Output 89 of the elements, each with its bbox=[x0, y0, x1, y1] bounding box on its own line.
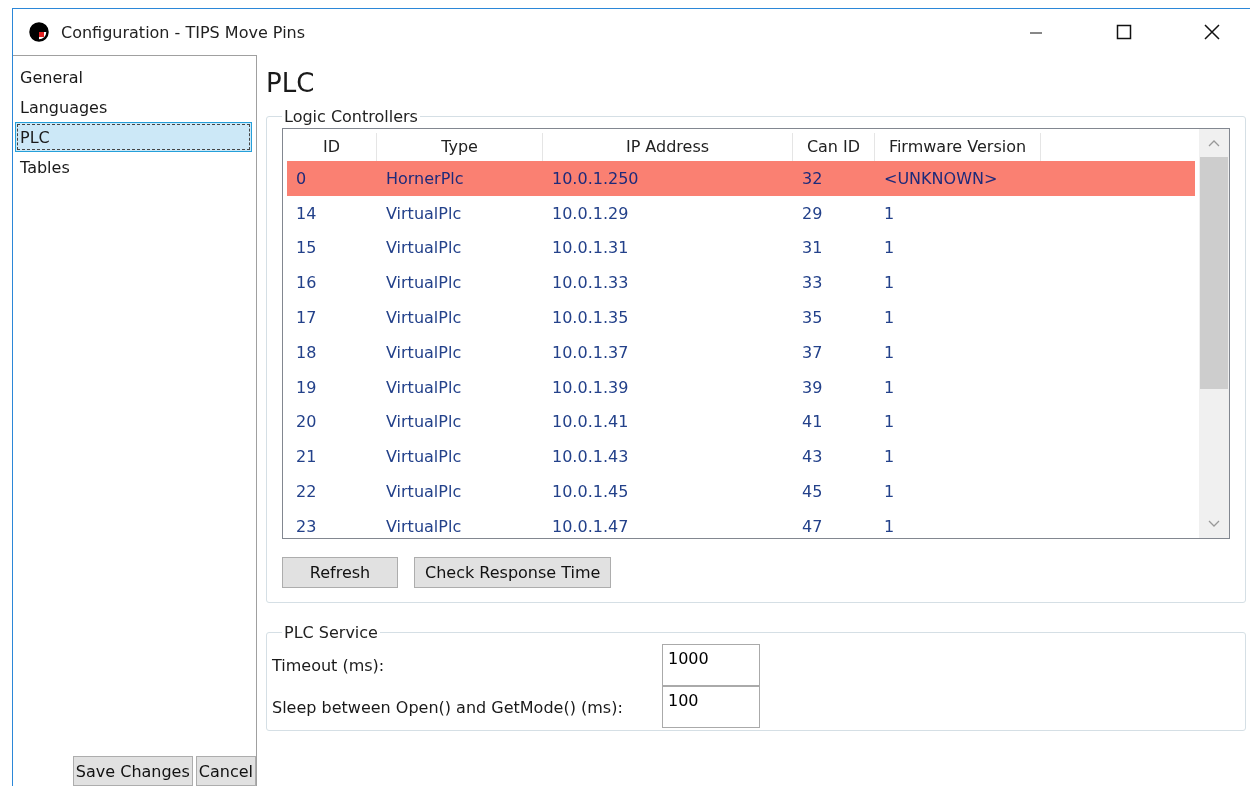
table-cell-text: 20 bbox=[295, 412, 318, 432]
maximize-icon[interactable] bbox=[1116, 24, 1132, 40]
table-cell-text: 10.0.1.33 bbox=[551, 273, 630, 293]
table-cell-text: 1 bbox=[883, 273, 896, 293]
table-cell-text: <UNKNOWN> bbox=[883, 168, 999, 188]
table-cell-text: 17 bbox=[295, 308, 318, 328]
table-cell-text: 1 bbox=[883, 516, 896, 536]
scrollbar[interactable] bbox=[1199, 129, 1229, 538]
table-cell-text: 43 bbox=[801, 447, 824, 467]
table-cell-text: 35 bbox=[801, 308, 824, 328]
table-cell-text: VirtualPlc bbox=[385, 203, 463, 223]
table-cell-text: 18 bbox=[295, 342, 318, 362]
table-cell-text: VirtualPlc bbox=[385, 482, 463, 502]
table-row[interactable]: 21 VirtualPlc 10.0.1.43 43 1 bbox=[287, 439, 1195, 475]
table-cell-text: 31 bbox=[801, 238, 824, 258]
table-cell-text: 21 bbox=[295, 447, 318, 467]
table-cell-text: 10.0.1.47 bbox=[551, 516, 630, 536]
save-button[interactable]: Save Changes bbox=[72, 756, 193, 786]
table-cell-text: 1 bbox=[883, 412, 896, 432]
table-cell-text: HornerPlc bbox=[385, 168, 465, 188]
table-cell-text: 1 bbox=[883, 308, 896, 328]
table-cell-text: 33 bbox=[801, 273, 824, 293]
cancel-button[interactable]: Cancel bbox=[195, 756, 256, 786]
table-cell-text: 1 bbox=[883, 238, 896, 258]
field-label: Sleep between Open() and GetMode() (ms): bbox=[272, 697, 624, 717]
table-cell-text: 41 bbox=[801, 412, 824, 432]
table-cell-text: 10.0.1.250 bbox=[551, 168, 640, 188]
table-row[interactable]: 0 HornerPlc 10.0.1.250 32 <UNKNOWN> bbox=[287, 161, 1195, 196]
table-cell-text: 10.0.1.29 bbox=[551, 203, 630, 223]
table-row[interactable]: 18 VirtualPlc 10.0.1.37 37 1 bbox=[287, 335, 1195, 370]
sidebar-item[interactable]: General bbox=[15, 62, 252, 92]
table-cell-text: 16 bbox=[295, 273, 318, 293]
check-response-time-button[interactable]: Check Response Time bbox=[414, 557, 612, 588]
table-cell-text: VirtualPlc bbox=[385, 447, 463, 467]
table-row[interactable]: 14 VirtualPlc 10.0.1.29 29 1 bbox=[287, 195, 1195, 231]
refresh-button[interactable]: Refresh bbox=[282, 557, 398, 588]
table-cell-text: 1 bbox=[883, 482, 896, 502]
table-cell-text: 10.0.1.31 bbox=[551, 238, 630, 258]
close-icon[interactable] bbox=[1204, 24, 1220, 40]
group-title: Logic Controllers bbox=[283, 107, 419, 126]
table-cell-text: 19 bbox=[295, 377, 318, 397]
table-cell-text: 10.0.1.35 bbox=[551, 308, 630, 328]
window-title: Configuration - TIPS Move Pins bbox=[61, 22, 307, 42]
table-cell-text: 1 bbox=[883, 377, 896, 397]
table-cell-text: VirtualPlc bbox=[385, 377, 463, 397]
table-row[interactable]: 19 VirtualPlc 10.0.1.39 39 1 bbox=[287, 369, 1195, 405]
group-title: PLC Service bbox=[283, 623, 379, 642]
table-row[interactable]: 23 VirtualPlc 10.0.1.47 47 1 bbox=[287, 508, 1195, 538]
table-cell-text: 1 bbox=[883, 447, 896, 467]
table-cell-text: 47 bbox=[801, 516, 824, 536]
table-row[interactable]: 20 VirtualPlc 10.0.1.41 41 1 bbox=[287, 404, 1195, 440]
table-row[interactable]: 16 VirtualPlc 10.0.1.33 33 1 bbox=[287, 265, 1195, 301]
table-cell-text: 22 bbox=[295, 482, 318, 502]
table-cell-text: 45 bbox=[801, 482, 824, 502]
table-cell-text: 10.0.1.43 bbox=[551, 447, 630, 467]
table-cell-text: 39 bbox=[801, 377, 824, 397]
input-field[interactable]: 100 bbox=[662, 686, 760, 728]
table-cell-text: 37 bbox=[801, 342, 824, 362]
table-cell-text: 0 bbox=[295, 168, 308, 188]
table-cell-text: 1 bbox=[883, 203, 896, 223]
table-cell-text: 15 bbox=[295, 238, 318, 258]
table-cell-text: VirtualPlc bbox=[385, 516, 463, 536]
table-cell-text: VirtualPlc bbox=[385, 412, 463, 432]
sidebar-item[interactable]: PLC bbox=[15, 122, 252, 152]
table-cell-text: 14 bbox=[295, 203, 318, 223]
table-cell-text: 29 bbox=[801, 203, 824, 223]
table-cell-text: 10.0.1.41 bbox=[551, 412, 630, 432]
table-cell-text: VirtualPlc bbox=[385, 273, 463, 293]
table-cell-text: VirtualPlc bbox=[385, 238, 463, 258]
table-cell-text: 10.0.1.39 bbox=[551, 377, 630, 397]
scrollbar-thumb[interactable] bbox=[1200, 157, 1228, 389]
scroll-down-icon[interactable] bbox=[1208, 520, 1220, 528]
input-field[interactable]: 1000 bbox=[662, 644, 760, 686]
table-cell-text: 23 bbox=[295, 516, 318, 536]
table-cell-text: VirtualPlc bbox=[385, 308, 463, 328]
table-row[interactable]: 15 VirtualPlc 10.0.1.31 31 1 bbox=[287, 230, 1195, 266]
app-icon bbox=[29, 22, 49, 42]
sidebar-item[interactable]: Tables bbox=[15, 152, 252, 182]
sidebar-item[interactable]: Languages bbox=[15, 92, 252, 122]
scroll-up-icon[interactable] bbox=[1208, 139, 1220, 147]
table-cell-text: VirtualPlc bbox=[385, 342, 463, 362]
table-cell-text: 10.0.1.37 bbox=[551, 342, 630, 362]
table-row[interactable]: 22 VirtualPlc 10.0.1.45 45 1 bbox=[287, 474, 1195, 509]
field-label: Timeout (ms): bbox=[272, 655, 386, 675]
table-cell-text: 32 bbox=[801, 168, 824, 188]
table-row[interactable]: 17 VirtualPlc 10.0.1.35 35 1 bbox=[287, 300, 1195, 335]
page-title: PLC bbox=[266, 67, 316, 100]
table-cell-text: 1 bbox=[883, 342, 896, 362]
table-cell-text: 10.0.1.45 bbox=[551, 482, 630, 502]
